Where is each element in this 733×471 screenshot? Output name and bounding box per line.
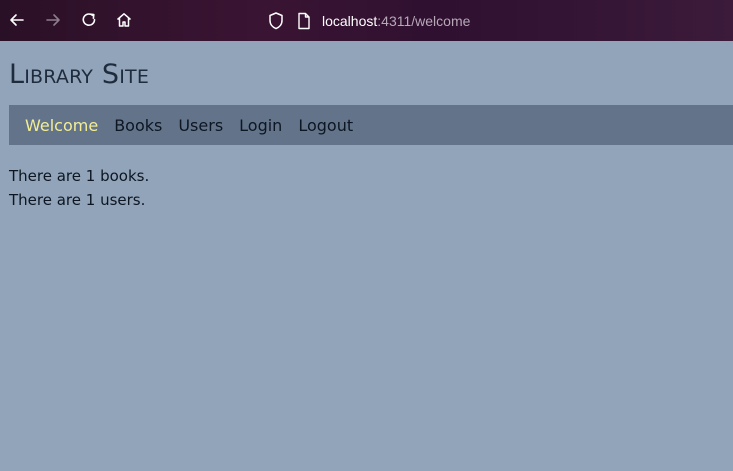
url-path: :4311/welcome	[377, 13, 471, 29]
browser-toolbar: localhost:4311/welcome	[0, 0, 733, 41]
page-icon[interactable]	[296, 11, 312, 35]
users-count-text: There are 1 users.	[9, 191, 146, 209]
url-bar[interactable]: localhost:4311/welcome	[266, 8, 566, 34]
back-arrow-icon[interactable]	[7, 10, 27, 30]
site-title: Library Site	[9, 59, 150, 90]
home-icon[interactable]	[114, 10, 134, 30]
url-text[interactable]: localhost:4311/welcome	[322, 11, 470, 31]
nav-item-welcome[interactable]: Welcome	[25, 116, 98, 135]
books-count-text: There are 1 books.	[9, 167, 150, 185]
reload-icon[interactable]	[79, 10, 99, 30]
nav-item-users[interactable]: Users	[178, 116, 223, 135]
page-content: Library Site Welcome Books Users Login L…	[0, 41, 733, 471]
shield-icon[interactable]	[267, 11, 285, 35]
nav-item-logout[interactable]: Logout	[298, 116, 353, 135]
url-host: localhost	[322, 13, 378, 29]
main-nav: Welcome Books Users Login Logout	[9, 105, 733, 145]
forward-arrow-icon[interactable]	[43, 10, 63, 30]
nav-item-login[interactable]: Login	[239, 116, 282, 135]
main-content: There are 1 books. There are 1 users.	[9, 164, 149, 212]
nav-item-books[interactable]: Books	[114, 116, 162, 135]
